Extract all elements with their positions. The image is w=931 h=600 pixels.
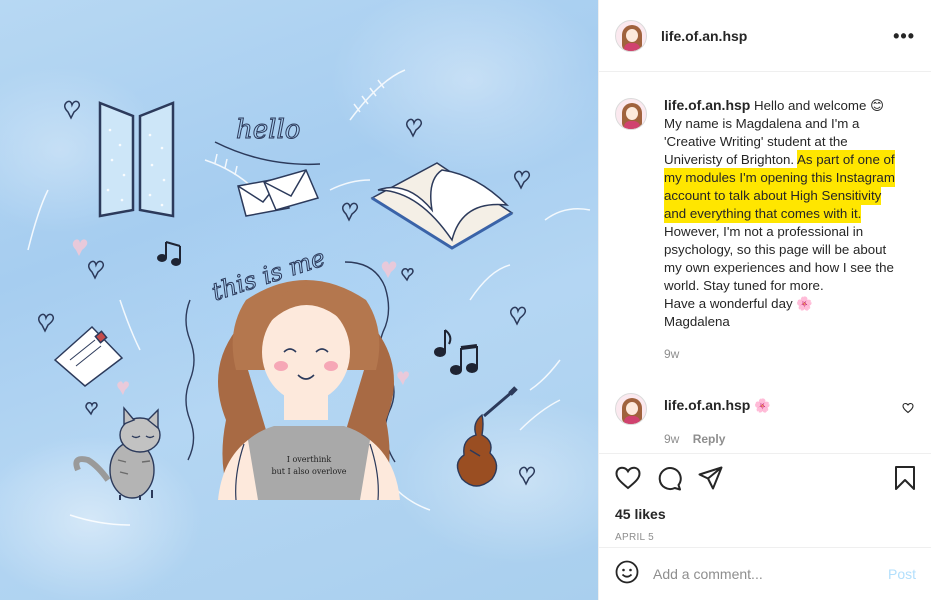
comment-time[interactable]: 9w <box>664 432 679 446</box>
comment-input[interactable] <box>653 566 873 582</box>
share-icon[interactable] <box>698 466 723 490</box>
caption-signoff: Have a wonderful day 🌸 <box>664 296 813 311</box>
reply-button[interactable]: Reply <box>693 432 726 446</box>
emoji-icon[interactable] <box>615 560 639 589</box>
post-date[interactable]: April 5 <box>615 532 916 543</box>
comment-item: life.of.an.hsp 🌸 9w Reply <box>615 393 916 448</box>
caption: life.of.an.hsp Hello and welcome 😊 My na… <box>615 96 916 363</box>
comment-avatar[interactable] <box>615 393 647 425</box>
letter-icon <box>53 325 124 387</box>
save-bookmark-icon[interactable] <box>894 465 916 491</box>
shirt-text-line1: I overthink <box>287 455 332 464</box>
comment-text: 🌸 <box>754 398 771 413</box>
post-sidebar: life.of.an.hsp ••• life.of.an.hsp Hello … <box>598 0 931 600</box>
comment-username[interactable]: life.of.an.hsp <box>664 397 750 413</box>
violin-illustration <box>456 386 518 487</box>
post-actions: 45 likes April 5 <box>599 453 931 543</box>
comment-like-heart-icon[interactable] <box>902 401 914 419</box>
book-icon <box>370 162 514 250</box>
caption-signature: Magdalena <box>664 314 730 329</box>
caption-time[interactable]: 9w <box>664 345 896 363</box>
caption-part2: However, I'm not a professional in psych… <box>664 224 894 293</box>
caption-text: life.of.an.hsp Hello and welcome 😊 My na… <box>664 96 896 331</box>
cat-illustration <box>73 406 161 500</box>
post-image[interactable]: hello this is me I overthink but I also … <box>0 0 598 600</box>
add-comment-bar: Post <box>599 547 931 600</box>
comments-section[interactable]: life.of.an.hsp Hello and welcome 😊 My na… <box>599 73 931 453</box>
envelope-icon <box>237 169 320 217</box>
post-header: life.of.an.hsp ••• <box>599 0 931 72</box>
likes-count[interactable]: 45 likes <box>615 506 916 522</box>
shirt-text-line2: but I also overlove <box>271 467 346 476</box>
post-comment-button[interactable]: Post <box>888 566 916 582</box>
header-username[interactable]: life.of.an.hsp <box>661 28 747 44</box>
more-options-icon[interactable]: ••• <box>893 27 915 45</box>
comment-icon[interactable] <box>657 466 682 491</box>
avatar[interactable] <box>615 19 647 52</box>
caption-username[interactable]: life.of.an.hsp <box>664 97 750 113</box>
like-heart-icon[interactable] <box>615 466 641 490</box>
hello-text: hello <box>236 115 300 145</box>
illustration: hello this is me I overthink but I also … <box>27 69 591 526</box>
girl-illustration: I overthink but I also overlove <box>218 280 400 501</box>
caption-avatar[interactable] <box>615 98 647 130</box>
